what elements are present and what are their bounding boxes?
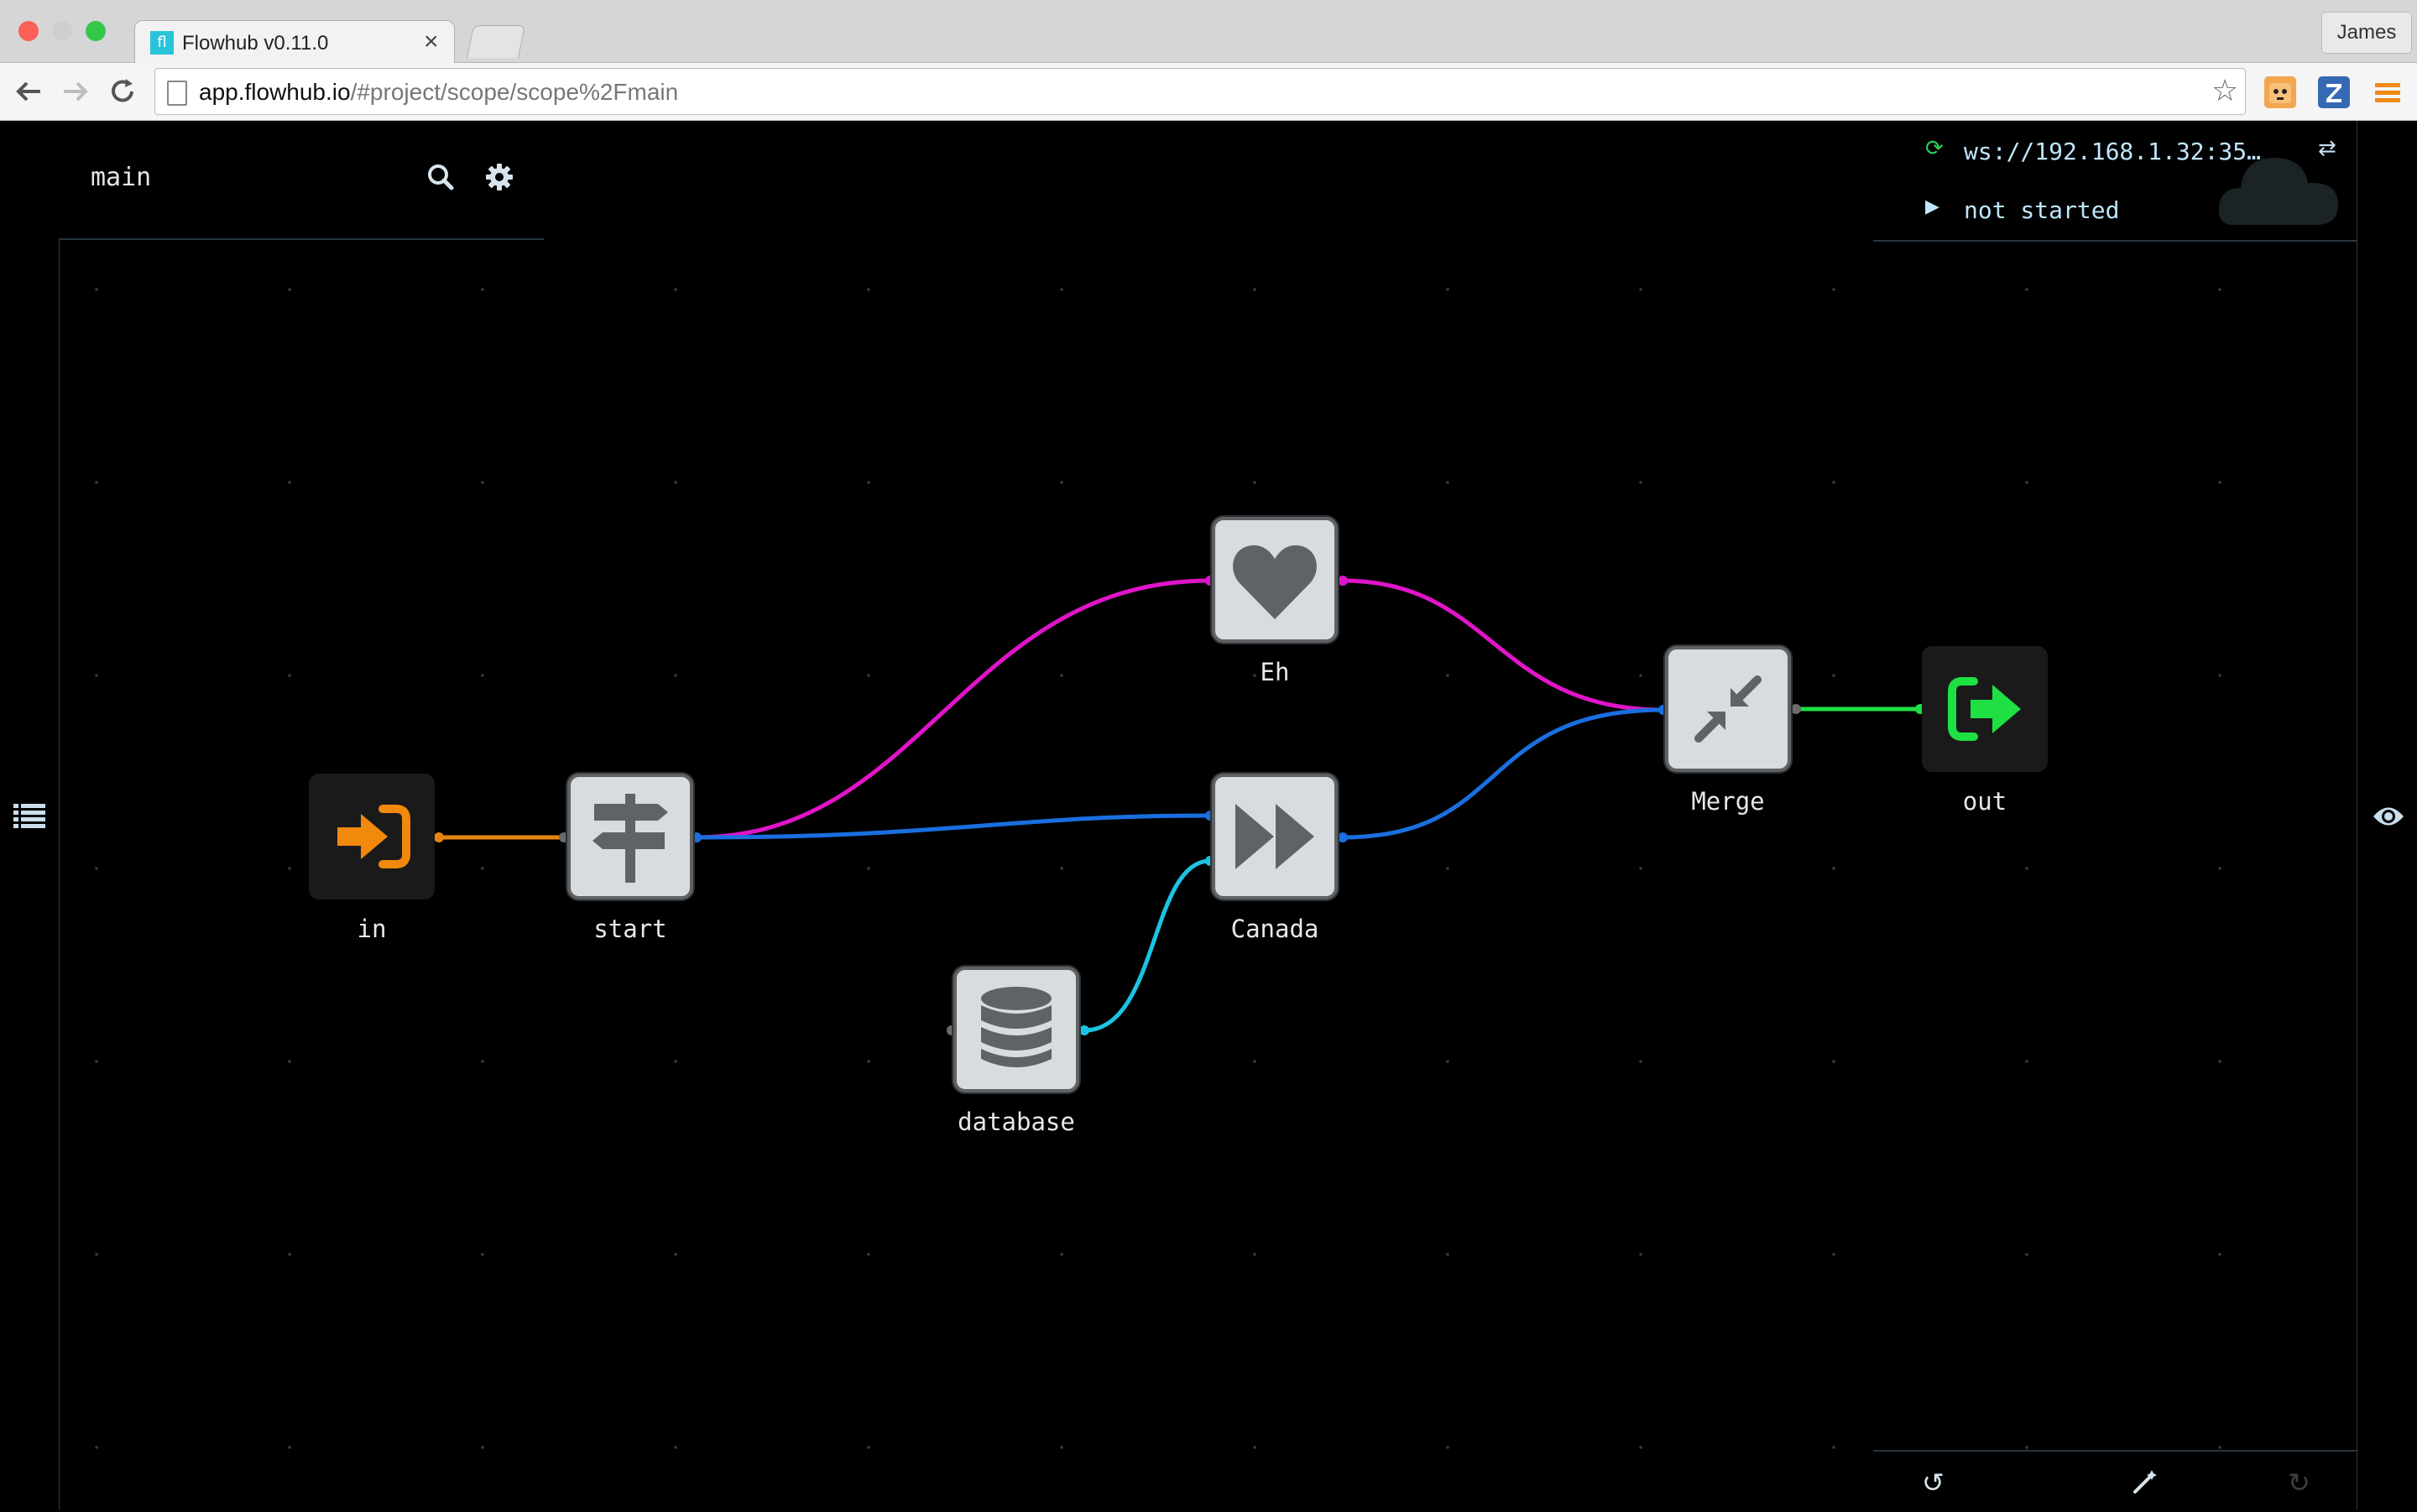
runtime-url[interactable]: ws://192.168.1.32:35… xyxy=(1964,138,2261,165)
node-label-database: database xyxy=(958,1108,1075,1136)
swap-runtime-icon[interactable]: ⇄ xyxy=(2318,136,2336,161)
node-label-in: in xyxy=(357,915,387,943)
editor-action-bar: ↺ ↻ xyxy=(1873,1450,2357,1512)
fast-forward-icon xyxy=(1235,804,1314,869)
magic-wand-icon[interactable] xyxy=(2132,1467,2160,1502)
redo-icon[interactable]: ↻ xyxy=(2288,1467,2310,1499)
gear-icon[interactable] xyxy=(485,163,514,196)
sign-in-icon xyxy=(337,805,410,868)
node-canada[interactable] xyxy=(1212,774,1338,899)
runtime-status: not started xyxy=(1964,196,2120,224)
port-in-out[interactable] xyxy=(434,832,444,842)
node-eh[interactable] xyxy=(1212,517,1338,643)
port-eh-out[interactable] xyxy=(1338,576,1348,586)
node-database[interactable] xyxy=(953,967,1079,1092)
eye-icon[interactable] xyxy=(2372,804,2405,833)
runtime-panel: ⟳ ws://192.168.1.32:35… ⇄ ▶ not started xyxy=(1873,121,2357,242)
compress-icon xyxy=(1694,675,1762,743)
edge-eh-merge[interactable] xyxy=(1342,578,1664,712)
edge-database-canada[interactable] xyxy=(1083,858,1211,1033)
sign-out-icon xyxy=(1948,677,2021,741)
edge-start-eh[interactable] xyxy=(696,578,1211,840)
list-icon[interactable] xyxy=(13,802,45,833)
heart-icon xyxy=(1233,545,1317,619)
node-label-canada: Canada xyxy=(1230,915,1319,943)
database-icon xyxy=(981,987,1052,1067)
graph-title[interactable]: main xyxy=(91,163,151,192)
graph-panel: main xyxy=(59,121,544,240)
node-merge[interactable] xyxy=(1665,646,1791,772)
port-database-out[interactable] xyxy=(1079,1025,1089,1035)
node-label-start: start xyxy=(593,915,667,943)
search-icon[interactable] xyxy=(426,163,455,196)
node-out[interactable] xyxy=(1922,646,2048,772)
edge-canada-merge[interactable] xyxy=(1342,707,1664,840)
port-merge-out[interactable] xyxy=(1791,704,1801,714)
node-label-out: out xyxy=(1962,787,2007,816)
port-canada-out[interactable] xyxy=(1338,832,1348,842)
sync-icon[interactable]: ⟳ xyxy=(1925,136,1944,161)
node-label-merge: Merge xyxy=(1691,787,1765,816)
undo-icon[interactable]: ↺ xyxy=(1922,1467,1945,1499)
node-start[interactable] xyxy=(567,774,693,899)
signpost-icon xyxy=(593,794,668,883)
node-in[interactable] xyxy=(309,774,435,899)
play-icon[interactable]: ▶ xyxy=(1925,196,1939,217)
node-label-eh: Eh xyxy=(1260,658,1290,686)
